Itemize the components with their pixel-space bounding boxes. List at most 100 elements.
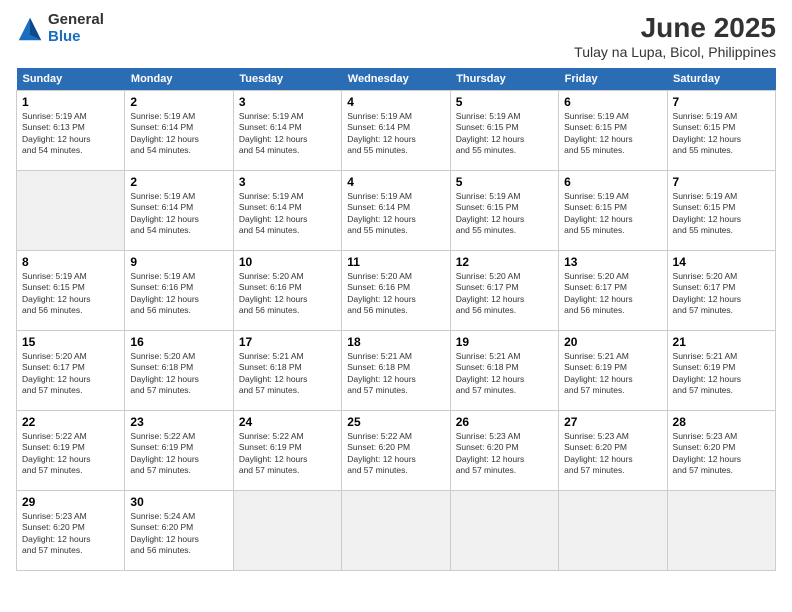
header-sunday: Sunday (17, 68, 125, 91)
day-info: Sunrise: 5:23 AMSunset: 6:20 PMDaylight:… (673, 431, 770, 477)
table-cell (233, 491, 341, 571)
calendar-table: Sunday Monday Tuesday Wednesday Thursday… (16, 68, 776, 571)
table-cell: 10Sunrise: 5:20 AMSunset: 6:16 PMDayligh… (233, 251, 341, 331)
day-number: 21 (673, 335, 770, 349)
day-number: 19 (456, 335, 553, 349)
day-info: Sunrise: 5:22 AMSunset: 6:19 PMDaylight:… (22, 431, 119, 477)
day-info: Sunrise: 5:19 AMSunset: 6:15 PMDaylight:… (22, 271, 119, 317)
day-info: Sunrise: 5:23 AMSunset: 6:20 PMDaylight:… (564, 431, 661, 477)
day-number: 13 (564, 255, 661, 269)
table-row: 1Sunrise: 5:19 AMSunset: 6:13 PMDaylight… (17, 91, 776, 171)
day-number: 26 (456, 415, 553, 429)
table-cell: 18 Sunrise: 5:21 AMSunset: 6:18 PMDayligh… (342, 331, 450, 411)
day-info: Sunrise: 5:19 AMSunset: 6:15 PMDaylight:… (564, 191, 661, 237)
day-info: Sunrise: 5:20 AMSunset: 6:17 PMDaylight:… (22, 351, 119, 397)
table-cell: 5 Sunrise: 5:19 AMSunset: 6:15 PMDaylight… (450, 91, 558, 171)
day-info: Sunrise: 5:22 AMSunset: 6:19 PMDaylight:… (130, 431, 227, 477)
table-cell: 4Sunrise: 5:19 AMSunset: 6:14 PMDaylight… (342, 91, 450, 171)
table-cell: 21 Sunrise: 5:21 AMSunset: 6:19 PMDayligh… (667, 331, 775, 411)
logo: General Blue (16, 12, 104, 45)
day-number: 6 (564, 95, 661, 109)
location-title: Tulay na Lupa, Bicol, Philippines (574, 44, 776, 60)
day-number: 29 (22, 495, 119, 509)
header-friday: Friday (559, 68, 667, 91)
day-info: Sunrise: 5:19 AMSunset: 6:14 PMDaylight:… (130, 191, 227, 237)
day-info: Sunrise: 5:21 AMSunset: 6:18 PMDaylight:… (456, 351, 553, 397)
day-number: 27 (564, 415, 661, 429)
day-info: Sunrise: 5:19 AMSunset: 6:14 PMDaylight:… (239, 191, 336, 237)
table-row: 2 Sunrise: 5:19 AMSunset: 6:14 PMDaylight… (17, 171, 776, 251)
table-cell: 3 Sunrise: 5:19 AMSunset: 6:14 PMDaylight… (233, 91, 341, 171)
table-cell (17, 171, 125, 251)
day-info: Sunrise: 5:20 AMSunset: 6:17 PMDaylight:… (456, 271, 553, 317)
day-number: 5 (456, 95, 553, 109)
day-info: Sunrise: 5:20 AMSunset: 6:18 PMDaylight:… (130, 351, 227, 397)
header-saturday: Saturday (667, 68, 775, 91)
table-cell: 16 Sunrise: 5:20 AMSunset: 6:18 PMDayligh… (125, 331, 233, 411)
table-cell: 7 Sunrise: 5:19 AMSunset: 6:15 PMDaylight… (667, 91, 775, 171)
table-cell: 29 Sunrise: 5:23 AMSunset: 6:20 PMDayligh… (17, 491, 125, 571)
table-cell: 22 Sunrise: 5:22 AMSunset: 6:19 PMDayligh… (17, 411, 125, 491)
day-number: 8 (22, 255, 119, 269)
month-title: June 2025 (574, 12, 776, 44)
day-number: 2 (130, 95, 227, 109)
logo-icon (16, 15, 44, 43)
table-cell: 2 Sunrise: 5:19 AMSunset: 6:14 PMDaylight… (125, 91, 233, 171)
day-info: Sunrise: 5:19 AMSunset: 6:15 PMDaylight:… (673, 191, 770, 237)
day-number: 11 (347, 255, 444, 269)
day-number: 23 (130, 415, 227, 429)
title-block: June 2025 Tulay na Lupa, Bicol, Philippi… (574, 12, 776, 60)
day-number: 2 (130, 175, 227, 189)
day-info: Sunrise: 5:19 AMSunset: 6:14 PMDaylight:… (239, 111, 336, 157)
day-number: 24 (239, 415, 336, 429)
header-thursday: Thursday (450, 68, 558, 91)
day-info: Sunrise: 5:21 AMSunset: 6:18 PMDaylight:… (347, 351, 444, 397)
table-cell: 26 Sunrise: 5:23 AMSunset: 6:20 PMDayligh… (450, 411, 558, 491)
day-info: Sunrise: 5:19 AMSunset: 6:13 PMDaylight:… (22, 111, 119, 157)
day-number: 7 (673, 95, 770, 109)
table-cell: 9Sunrise: 5:19 AMSunset: 6:16 PMDaylight… (125, 251, 233, 331)
day-number: 3 (239, 95, 336, 109)
day-info: Sunrise: 5:19 AMSunset: 6:15 PMDaylight:… (456, 111, 553, 157)
day-number: 5 (456, 175, 553, 189)
day-number: 4 (347, 95, 444, 109)
table-cell (667, 491, 775, 571)
header-wednesday: Wednesday (342, 68, 450, 91)
page: General Blue June 2025 Tulay na Lupa, Bi… (0, 0, 792, 612)
day-number: 16 (130, 335, 227, 349)
table-cell: 13Sunrise: 5:20 AMSunset: 6:17 PMDayligh… (559, 251, 667, 331)
day-info: Sunrise: 5:23 AMSunset: 6:20 PMDaylight:… (22, 511, 119, 557)
header: General Blue June 2025 Tulay na Lupa, Bi… (16, 12, 776, 60)
weekday-header-row: Sunday Monday Tuesday Wednesday Thursday… (17, 68, 776, 91)
day-number: 12 (456, 255, 553, 269)
header-monday: Monday (125, 68, 233, 91)
table-row: 15Sunrise: 5:20 AMSunset: 6:17 PMDayligh… (17, 331, 776, 411)
day-number: 4 (347, 175, 444, 189)
table-cell: 11Sunrise: 5:20 AMSunset: 6:16 PMDayligh… (342, 251, 450, 331)
day-info: Sunrise: 5:21 AMSunset: 6:19 PMDaylight:… (673, 351, 770, 397)
day-number: 18 (347, 335, 444, 349)
logo-general: General (48, 12, 104, 29)
table-cell: 2 Sunrise: 5:19 AMSunset: 6:14 PMDaylight… (125, 171, 233, 251)
day-info: Sunrise: 5:23 AMSunset: 6:20 PMDaylight:… (456, 431, 553, 477)
day-info: Sunrise: 5:21 AMSunset: 6:19 PMDaylight:… (564, 351, 661, 397)
day-number: 7 (673, 175, 770, 189)
table-cell: 6Sunrise: 5:19 AMSunset: 6:15 PMDaylight… (559, 91, 667, 171)
table-cell: 4Sunrise: 5:19 AMSunset: 6:14 PMDaylight… (342, 171, 450, 251)
table-cell: 25Sunrise: 5:22 AMSunset: 6:20 PMDayligh… (342, 411, 450, 491)
table-cell (450, 491, 558, 571)
table-row: 29 Sunrise: 5:23 AMSunset: 6:20 PMDayligh… (17, 491, 776, 571)
header-tuesday: Tuesday (233, 68, 341, 91)
day-info: Sunrise: 5:19 AMSunset: 6:15 PMDaylight:… (673, 111, 770, 157)
table-cell: 7 Sunrise: 5:19 AMSunset: 6:15 PMDaylight… (667, 171, 775, 251)
day-info: Sunrise: 5:19 AMSunset: 6:15 PMDaylight:… (456, 191, 553, 237)
table-cell: 15Sunrise: 5:20 AMSunset: 6:17 PMDayligh… (17, 331, 125, 411)
logo-blue: Blue (48, 29, 104, 46)
day-number: 22 (22, 415, 119, 429)
table-cell: 6Sunrise: 5:19 AMSunset: 6:15 PMDaylight… (559, 171, 667, 251)
table-cell (559, 491, 667, 571)
day-number: 30 (130, 495, 227, 509)
day-number: 28 (673, 415, 770, 429)
day-info: Sunrise: 5:19 AMSunset: 6:14 PMDaylight:… (130, 111, 227, 157)
day-number: 14 (673, 255, 770, 269)
